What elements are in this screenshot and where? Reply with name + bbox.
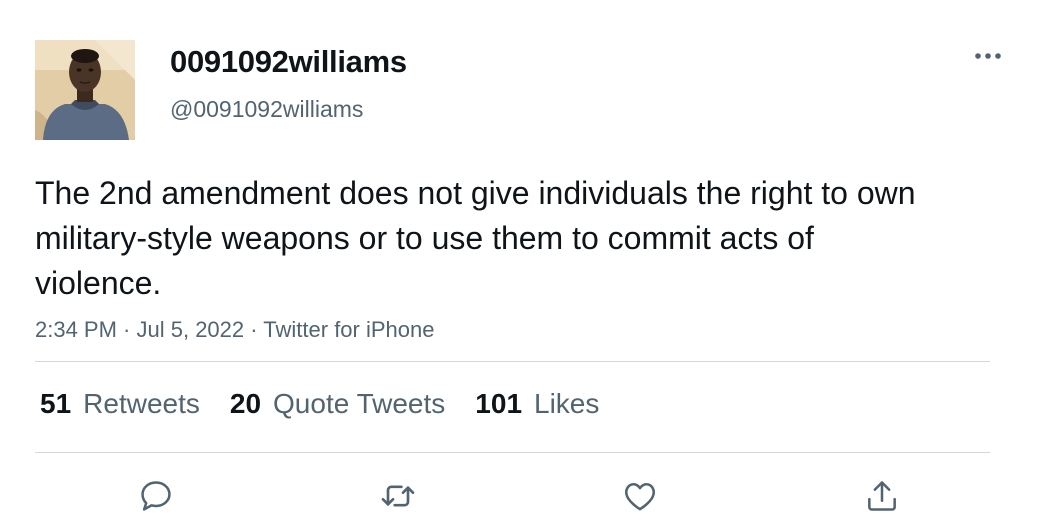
like-button[interactable] (618, 474, 662, 518)
action-bar (0, 470, 1050, 525)
divider (35, 361, 990, 362)
avatar-photo (35, 40, 135, 140)
quote-tweets-stat[interactable]: 20 Quote Tweets (230, 388, 445, 420)
tweet-time[interactable]: 2:34 PM (35, 317, 117, 342)
tweet-meta: 2:34 PM · Jul 5, 2022 · Twitter for iPho… (35, 317, 434, 343)
meta-separator: · (244, 317, 264, 342)
likes-stat[interactable]: 101 Likes (475, 388, 599, 420)
meta-separator: · (116, 317, 137, 342)
avatar[interactable] (35, 40, 135, 140)
retweet-icon (381, 485, 415, 507)
user-handle[interactable]: @0091092williams (170, 96, 363, 123)
likes-label: Likes (534, 388, 600, 419)
quote-tweets-label: Quote Tweets (273, 388, 446, 419)
tweet-date[interactable]: Jul 5, 2022 (137, 317, 245, 342)
engagement-stats: 51 Retweets 20 Quote Tweets 101 Likes (40, 388, 599, 420)
likes-count: 101 (475, 388, 523, 419)
tweet-source[interactable]: Twitter for iPhone (263, 317, 434, 342)
share-button[interactable] (860, 474, 904, 518)
more-icon[interactable] (970, 44, 1006, 68)
retweets-stat[interactable]: 51 Retweets (40, 388, 200, 420)
reply-icon (141, 481, 171, 511)
quote-tweets-count: 20 (229, 388, 262, 419)
tweet-detail: 0091092williams @0091092williams The 2nd… (0, 0, 1050, 525)
retweet-button[interactable] (376, 474, 420, 518)
tweet-text: The 2nd amendment does not give individu… (35, 175, 916, 301)
display-name[interactable]: 0091092williams (170, 44, 407, 80)
retweets-count: 51 (40, 388, 72, 419)
divider (35, 452, 990, 453)
share-icon (868, 481, 896, 511)
retweets-label: Retweets (83, 388, 200, 419)
like-icon (625, 483, 655, 511)
reply-button[interactable] (134, 474, 178, 518)
